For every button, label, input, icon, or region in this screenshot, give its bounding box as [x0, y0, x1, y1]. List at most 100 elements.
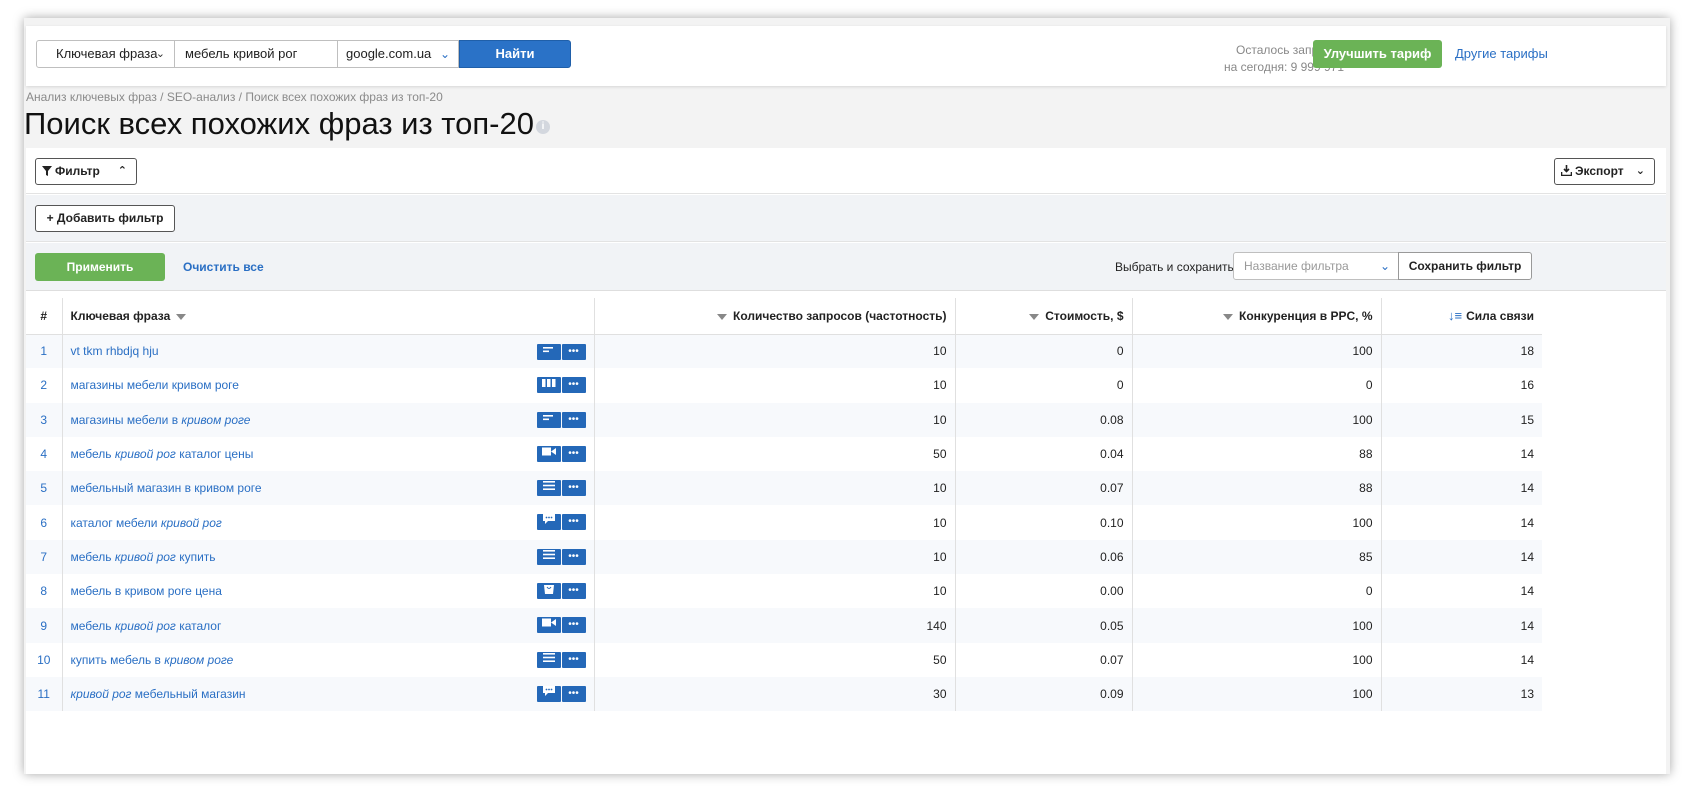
keyword-highlight: кривой рог — [160, 515, 222, 530]
list-icon[interactable] — [536, 480, 561, 497]
upgrade-button[interactable]: Улучшить тариф — [1313, 40, 1442, 68]
filter-toggle-button[interactable]: Фильтр ⌃ — [35, 158, 137, 185]
keyword-cell: каталог мебели кривой рог ••• — [62, 505, 595, 540]
volume-cell: 10 — [594, 539, 956, 575]
row-number: 9 — [26, 608, 63, 643]
table-row: 4 мебель кривой рог каталог цены ••• 50 0.04… — [26, 436, 1542, 472]
add-filter-button[interactable]: + Добавить фильтр — [35, 205, 175, 232]
chat-icon[interactable] — [536, 685, 561, 702]
col-competition-header[interactable]: Конкуренция в PPC, % — [1132, 298, 1382, 335]
competition-cell: 100 — [1132, 402, 1382, 437]
video-icon[interactable] — [536, 617, 561, 634]
table-body: 1 vt tkm rhbdjq hju ••• 10 0 100 18 2 магазины м… — [26, 334, 1542, 712]
more-icon[interactable]: ••• — [561, 617, 586, 634]
more-icon[interactable]: ••• — [561, 685, 586, 702]
more-icon[interactable]: ••• — [561, 377, 586, 394]
keyword-link[interactable]: магазины мебели в кривом роге — [71, 413, 251, 427]
row-number: 1 — [26, 334, 63, 369]
strength-cell: 14 — [1381, 471, 1542, 506]
cost-cell: 0.08 — [955, 402, 1133, 437]
keywords-table: # Ключевая фраза Количество запросов (ча… — [26, 298, 1542, 712]
col-strength-header[interactable]: ↓≡ Сила связи — [1381, 298, 1542, 335]
volume-cell: 10 — [594, 334, 956, 369]
table-row: 10 купить мебель в кривом роге ••• 50 0.07 10… — [26, 642, 1542, 677]
sort-desc-icon[interactable]: ↓≡ — [1448, 308, 1462, 323]
more-icon[interactable]: ••• — [561, 514, 586, 531]
keyword-link[interactable]: мебельный магазин в кривом роге — [71, 481, 262, 495]
keyword-highlight: кривой рог — [114, 618, 176, 633]
video-icon[interactable] — [536, 445, 561, 462]
chevron-down-icon: ⌄ — [155, 48, 165, 60]
keyword-cell: магазины мебели в кривом роге ••• — [62, 402, 595, 437]
keyword-link[interactable]: мебель кривой рог купить — [71, 550, 216, 564]
more-icon[interactable]: ••• — [561, 583, 586, 600]
filter-label: Фильтр — [55, 164, 100, 178]
breadcrumb[interactable]: Анализ ключевых фраз / SEO-анализ / Поис… — [26, 90, 443, 104]
other-tariffs-link[interactable]: Другие тарифы — [1455, 46, 1548, 61]
keyword-link[interactable]: каталог мебели кривой рог — [71, 516, 222, 530]
table-row: 7 мебель кривой рог купить ••• 10 0.06 85 14 — [26, 539, 1542, 575]
table-row: 6 каталог мебели кривой рог ••• 10 0.10 100 14 — [26, 505, 1542, 540]
table-row: 3 магазины мебели в кривом роге ••• 10 0.08 1… — [26, 402, 1542, 437]
more-icon[interactable]: ••• — [561, 343, 586, 360]
col-cost-label: Стоимость, $ — [1045, 308, 1124, 323]
keyword-link[interactable]: кривой рог мебельный магазин — [71, 687, 246, 701]
more-icon[interactable]: ••• — [561, 651, 586, 668]
sort-arrow-icon[interactable] — [717, 313, 727, 320]
keyword-cell: купить мебель в кривом роге ••• — [62, 642, 595, 677]
row-number: 8 — [26, 574, 63, 609]
filter-name-select[interactable]: Название фильтра ⌄ — [1233, 252, 1399, 280]
keyword-text: каталог мебели — [70, 515, 161, 530]
find-button[interactable]: Найти — [459, 40, 571, 68]
keyword-link[interactable]: магазины мебели кривом роге — [71, 378, 239, 392]
volume-cell: 10 — [594, 471, 956, 506]
search-type-select[interactable]: Ключевая фраза ⌄ — [36, 40, 175, 68]
col-cost-header[interactable]: Стоимость, $ — [955, 298, 1133, 335]
more-icon[interactable]: ••• — [561, 548, 586, 565]
strength-cell: 14 — [1381, 505, 1542, 540]
list-icon[interactable] — [536, 651, 561, 668]
strength-cell: 15 — [1381, 402, 1542, 437]
sort-arrow-icon[interactable] — [1029, 313, 1040, 320]
serp-columns-icon[interactable] — [536, 377, 561, 394]
database-select[interactable]: google.com.ua ⌄ — [337, 40, 459, 68]
strength-cell: 14 — [1381, 436, 1542, 472]
cost-cell: 0.00 — [955, 574, 1133, 609]
chat-icon[interactable] — [536, 514, 561, 531]
serp-lines-icon[interactable] — [536, 411, 561, 428]
row-number: 7 — [26, 539, 63, 575]
competition-cell: 100 — [1132, 334, 1382, 369]
strength-cell: 14 — [1381, 539, 1542, 575]
info-icon[interactable]: i — [536, 120, 550, 134]
export-button[interactable]: Экспорт ⌄ — [1554, 158, 1655, 185]
table-row: 8 мебель в кривом роге цена ••• 10 0.00 0 14 — [26, 574, 1542, 609]
keyword-link[interactable]: vt tkm rhbdjq hju — [71, 344, 159, 358]
more-icon[interactable]: ••• — [561, 445, 586, 462]
keyword-link[interactable]: купить мебель в кривом роге — [71, 653, 234, 667]
volume-cell: 50 — [594, 642, 956, 677]
col-keyword-header[interactable]: Ключевая фраза — [62, 298, 595, 335]
row-number: 6 — [26, 505, 63, 540]
competition-cell: 85 — [1132, 539, 1382, 575]
strength-cell: 18 — [1381, 334, 1542, 369]
search-input[interactable]: мебель кривой рог — [174, 40, 338, 68]
cost-cell: 0.10 — [955, 505, 1133, 540]
shopping-bag-icon[interactable] — [536, 583, 561, 600]
keyword-link[interactable]: мебель кривой рог каталог — [71, 619, 222, 633]
list-icon[interactable] — [536, 548, 561, 565]
keyword-link[interactable]: мебель кривой рог каталог цены — [71, 447, 254, 461]
sort-arrow-icon[interactable] — [1223, 313, 1233, 320]
clear-all-link[interactable]: Очистить все — [183, 260, 264, 274]
cost-cell: 0.04 — [955, 436, 1133, 472]
apply-button[interactable]: Применить — [35, 253, 165, 281]
volume-cell: 10 — [594, 368, 956, 403]
volume-cell: 30 — [594, 676, 956, 712]
keyword-link[interactable]: мебель в кривом роге цена — [71, 584, 222, 598]
sort-arrow-icon[interactable] — [176, 313, 187, 320]
more-icon[interactable]: ••• — [561, 411, 586, 428]
col-volume-header[interactable]: Количество запросов (частотность) — [594, 298, 956, 335]
save-filter-button[interactable]: Сохранить фильтр — [1398, 252, 1532, 280]
volume-cell: 10 — [594, 402, 956, 437]
more-icon[interactable]: ••• — [561, 480, 586, 497]
serp-lines-icon[interactable] — [536, 343, 561, 360]
